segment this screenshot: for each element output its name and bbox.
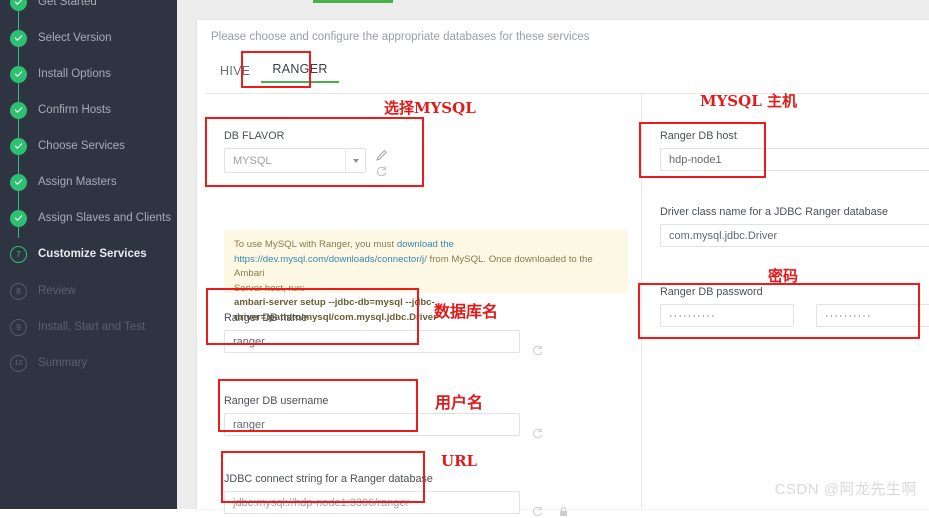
ranger-db-name-input[interactable]: ranger [224,330,520,353]
ranger-db-host-input[interactable]: hdp-node1 [660,148,929,171]
field-label: Ranger DB password [660,286,763,298]
step-number-badge: 7 [10,245,27,263]
tab-ranger[interactable]: RANGER [261,60,339,83]
warning-line-2: https://dev.mysql.com/downloads/connecto… [234,253,593,280]
field-label: JDBC connect string for a Ranger databas… [224,473,433,485]
sidebar-step-install-options[interactable]: Install Options [10,64,111,84]
ranger-db-username-input[interactable]: ranger [224,413,520,436]
sidebar-step-install-start-test[interactable]: 9 Install, Start and Test [10,317,145,337]
sidebar-step-label: Get Started [38,0,97,8]
page-intro-text: Please choose and configure the appropri… [211,31,590,43]
warning-line-3: Server host, run: [234,282,305,294]
sidebar-step-review[interactable]: 8 Review [10,281,76,301]
sidebar-step-customize-services[interactable]: 7 Customize Services [10,244,147,264]
step-number-badge: 9 [10,318,27,336]
sidebar-step-confirm-hosts[interactable]: Confirm Hosts [10,100,111,120]
sidebar-step-label: Choose Services [38,140,125,152]
warning-line-1: To use MySQL with Ranger, you must downl… [234,239,454,250]
field-label: Ranger DB host [660,130,737,142]
mysql-connector-warning: To use MySQL with Ranger, you must downl… [224,230,628,323]
sidebar-step-label: Assign Masters [38,176,117,188]
annotation-password: 密码 [768,267,799,285]
jdbc-connect-string-input[interactable]: jdbc:mysql://hdp-node1:3306/ranger [224,491,520,514]
wizard-sidebar: Get Started Select Version Install Optio… [0,0,177,509]
field-jdbc-connect-string: JDBC connect string for a Ranger databas… [224,473,524,514]
sidebar-step-label: Install, Start and Test [38,321,146,333]
field-label: DB FLAVOR [224,130,285,142]
field-ranger-db-password: Ranger DB password ·········· ·········· [660,286,929,327]
annotation-select-mysql: 选择MYSQL [384,99,476,117]
csdn-watermark: CSDN @阿龙先生啊 [774,481,917,498]
service-tabs: HIVE RANGER [209,60,339,83]
download-link[interactable]: download the [397,239,454,250]
annotation-db-name: 数据库名 [434,302,499,321]
check-icon [10,137,27,155]
annotation-username: 用户名 [435,393,484,412]
sidebar-step-label: Assign Slaves and Clients [38,212,171,224]
check-icon [10,29,27,47]
sidebar-step-assign-masters[interactable]: Assign Masters [10,172,117,192]
refresh-icon[interactable] [531,344,544,357]
db-flavor-value: MYSQL [233,154,272,167]
field-db-flavor: DB FLAVOR MYSQL [224,130,388,178]
sidebar-step-select-version[interactable]: Select Version [10,28,112,48]
driver-class-name-input[interactable]: com.mysql.jdbc.Driver [660,224,929,247]
database-config-panel: DB FLAVOR MYSQL To use MySQL with Ranger… [205,93,929,517]
sidebar-step-get-started[interactable]: Get Started [10,0,97,12]
annotation-mysql-host: MYSQL 主机 [700,92,797,110]
sidebar-step-label: Confirm Hosts [38,104,111,116]
check-icon [10,65,27,83]
refresh-icon[interactable] [531,427,544,440]
tab-hive[interactable]: HIVE [209,62,261,83]
refresh-icon[interactable] [375,165,388,178]
sidebar-step-assign-slaves-clients[interactable]: Assign Slaves and Clients [10,208,171,228]
chevron-down-icon [345,149,365,172]
refresh-icon[interactable] [531,505,544,518]
annotation-url: URL [441,452,478,470]
ranger-db-password-confirm-input[interactable]: ·········· [816,304,929,327]
progress-bar-fill [313,0,393,3]
customize-services-card: Please choose and configure the appropri… [197,20,929,517]
db-flavor-select[interactable]: MYSQL [224,148,366,173]
main-content: Please choose and configure the appropri… [177,0,929,517]
pencil-icon[interactable] [375,149,388,162]
check-icon [10,101,27,119]
sidebar-step-label: Install Options [38,68,111,80]
ranger-db-password-input[interactable]: ·········· [660,304,794,327]
sidebar-step-label: Summary [38,357,88,369]
step-number-badge: 10 [10,354,27,372]
lock-icon[interactable] [557,505,570,518]
field-label: Driver class name for a JDBC Ranger data… [660,206,889,218]
sidebar-step-summary[interactable]: 10 Summary [10,353,87,373]
field-ranger-db-host: Ranger DB host hdp-node1 [660,130,929,171]
check-icon [10,209,27,227]
column-divider [641,94,642,509]
connector-url-link[interactable]: https://dev.mysql.com/downloads/connecto… [234,254,427,265]
sidebar-step-label: Review [38,285,76,297]
sidebar-step-label: Select Version [38,32,112,44]
wizard-progress-bar [177,0,929,20]
step-number-badge: 8 [10,282,27,300]
sidebar-step-choose-services[interactable]: Choose Services [10,136,125,156]
field-driver-class-name: Driver class name for a JDBC Ranger data… [660,206,929,247]
sidebar-step-label: Customize Services [38,248,147,260]
check-icon [10,0,27,11]
check-icon [10,173,27,191]
